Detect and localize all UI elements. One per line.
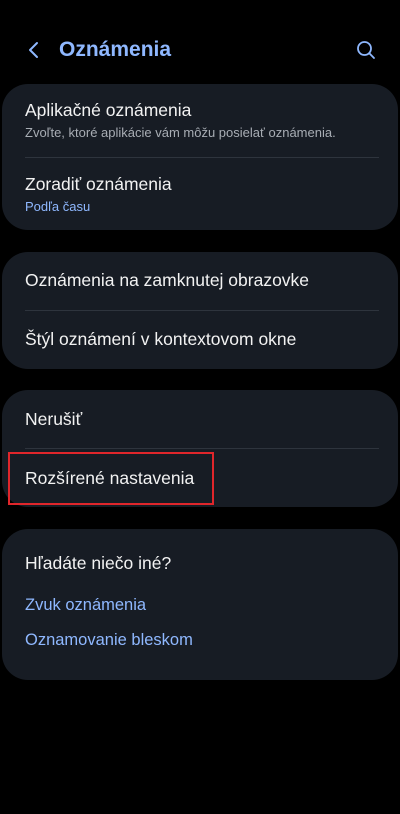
popup-style-item[interactable]: Štýl oznámení v kontextovom okne <box>2 311 398 369</box>
back-button[interactable] <box>18 34 50 66</box>
app-notifications-title: Aplikačné oznámenia <box>25 100 192 120</box>
notification-sound-link[interactable]: Zvuk oznámenia <box>25 596 146 615</box>
notification-display-card: Oznámenia na zamknutej obrazovke Štýl oz… <box>2 252 398 369</box>
app-notifications-subtitle: Zvoľte, ktoré aplikácie vám môžu posiela… <box>25 125 336 140</box>
page-title: Oznámenia <box>59 38 172 61</box>
popup-style-title: Štýl oznámení v kontextovom okne <box>25 329 297 349</box>
app-notifications-item[interactable]: Aplikačné oznámenia Zvoľte, ktoré apliká… <box>2 84 398 157</box>
do-not-disturb-title: Nerušiť <box>25 409 83 429</box>
notification-settings-card: Aplikačné oznámenia Zvoľte, ktoré apliká… <box>2 84 398 230</box>
section-heading: Hľadáte niečo iné? <box>25 553 172 573</box>
lock-screen-notifications-title: Oznámenia na zamknutej obrazovke <box>25 270 310 290</box>
advanced-settings-title: Rozšírené nastavenia <box>25 468 195 488</box>
looking-for-something-else-card: Hľadáte niečo iné? Zvuk oznámenia Oznamo… <box>2 529 398 680</box>
dnd-advanced-card: Nerušiť Rozšírené nastavenia <box>2 390 398 507</box>
search-icon <box>357 41 375 59</box>
flash-notification-link[interactable]: Oznamovanie bleskom <box>25 631 193 650</box>
do-not-disturb-item[interactable]: Nerušiť <box>2 390 398 448</box>
sort-notifications-item[interactable]: Zoradiť oznámenia Podľa času <box>2 158 398 230</box>
chevron-left-icon <box>29 42 38 58</box>
sort-notifications-title: Zoradiť oznámenia <box>25 174 172 194</box>
advanced-settings-item[interactable]: Rozšírené nastavenia <box>2 449 398 507</box>
sort-notifications-value: Podľa času <box>25 199 91 214</box>
lock-screen-notifications-item[interactable]: Oznámenia na zamknutej obrazovke <box>2 252 398 310</box>
search-button[interactable] <box>350 34 382 66</box>
